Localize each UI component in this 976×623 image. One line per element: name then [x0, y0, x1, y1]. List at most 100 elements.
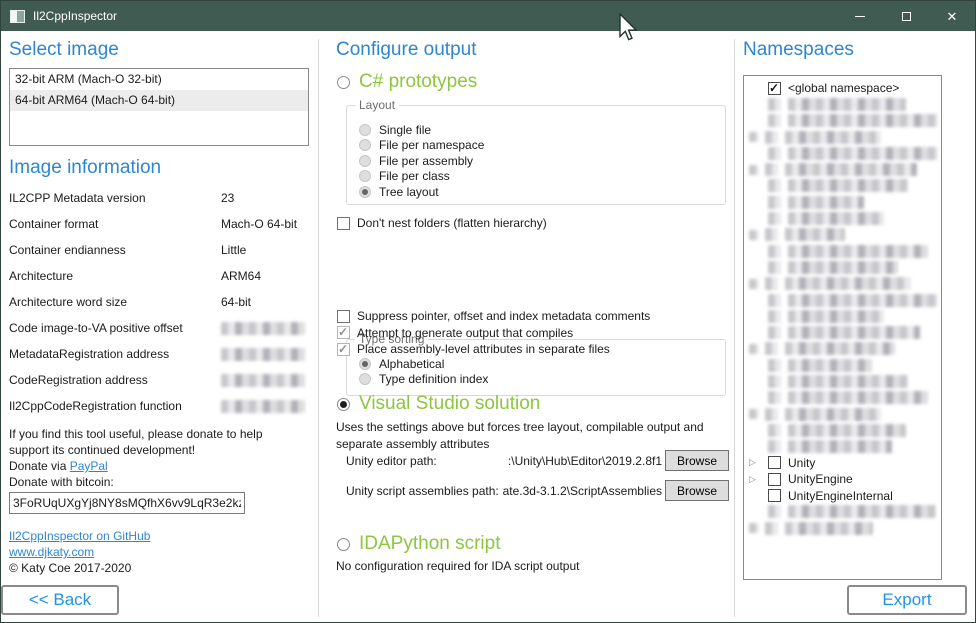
redacted-label: [785, 277, 911, 290]
tree-row[interactable]: [744, 113, 941, 129]
tree-row[interactable]: [744, 520, 941, 536]
flatten-checkbox-row[interactable]: Don't nest folders (flatten hierarchy): [337, 215, 547, 231]
app-icon: [10, 10, 25, 23]
info-row: ArchitectureARM64: [9, 263, 309, 289]
tree-row[interactable]: [744, 422, 941, 438]
redacted-label: [788, 114, 938, 127]
redacted-expander: [749, 344, 759, 354]
csharp-prototypes-option[interactable]: C# prototypes: [337, 69, 477, 95]
redacted-checkbox: [765, 522, 778, 535]
tree-row[interactable]: [744, 292, 941, 308]
tree-row[interactable]: [744, 439, 941, 455]
tree-row[interactable]: [744, 210, 941, 226]
tree-row[interactable]: [744, 178, 941, 194]
tree-row[interactable]: UnityEngineInternal: [744, 487, 941, 503]
redacted-label: [785, 408, 881, 421]
configure-output-title: Configure output: [336, 39, 477, 61]
paypal-link[interactable]: PayPal: [70, 459, 108, 473]
namespace-checkbox[interactable]: [768, 82, 781, 95]
maximize-icon: [902, 12, 911, 21]
tree-row[interactable]: [744, 357, 941, 373]
redacted-checkbox: [768, 440, 781, 453]
radio-label: Tree layout: [379, 185, 439, 199]
maximize-button[interactable]: [883, 1, 929, 31]
tree-row[interactable]: [744, 324, 941, 340]
image-list[interactable]: 32-bit ARM (Mach-O 32-bit)64-bit ARM64 (…: [9, 68, 309, 146]
namespace-checkbox[interactable]: [768, 473, 781, 486]
tree-row[interactable]: [744, 373, 941, 389]
radio-option[interactable]: File per namespace: [359, 138, 725, 154]
idapython-option[interactable]: IDAPython script: [337, 531, 501, 557]
checkbox-row[interactable]: Place assembly-level attributes in separ…: [337, 341, 650, 358]
info-row: MetadataRegistration address: [9, 341, 309, 367]
info-label: Container endianness: [9, 243, 221, 257]
tree-row[interactable]: [744, 227, 941, 243]
tree-row[interactable]: [744, 308, 941, 324]
redacted-checkbox: [768, 196, 781, 209]
bitcoin-address-input[interactable]: [9, 492, 245, 514]
tree-row[interactable]: [744, 259, 941, 275]
expander-icon[interactable]: ▷: [749, 458, 768, 467]
radio-option[interactable]: File per class: [359, 169, 725, 185]
tree-row[interactable]: [744, 161, 941, 177]
expander-icon[interactable]: ▷: [749, 475, 768, 484]
visual-studio-option[interactable]: Visual Studio solution: [337, 391, 540, 417]
checkbox-label: Suppress pointer, offset and index metad…: [357, 309, 650, 323]
radio-option[interactable]: Type definition index: [359, 372, 725, 388]
close-icon: ✕: [947, 10, 958, 23]
checkbox-row[interactable]: Attempt to generate output that compiles: [337, 325, 650, 342]
tree-row[interactable]: [744, 129, 941, 145]
redacted-label: [785, 131, 881, 144]
github-link[interactable]: Il2CppInspector on GitHub: [9, 529, 150, 543]
checkbox-icon: [337, 343, 350, 356]
redacted-label: [788, 326, 920, 339]
redacted-value: [221, 322, 305, 335]
info-label: Code image-to-VA positive offset: [9, 321, 221, 335]
tree-row[interactable]: [744, 194, 941, 210]
unity-script-path-row: Unity script assemblies path: ate.3d-3.1…: [336, 480, 732, 501]
radio-option[interactable]: Alphabetical: [359, 356, 725, 372]
redacted-expander: [749, 409, 759, 419]
flatten-label: Don't nest folders (flatten hierarchy): [357, 216, 547, 230]
radio-option[interactable]: Tree layout: [359, 184, 725, 200]
tree-row[interactable]: [744, 390, 941, 406]
radio-icon: [359, 124, 371, 136]
tree-row[interactable]: <global namespace>: [744, 80, 941, 96]
radio-label: Type definition index: [379, 372, 488, 386]
back-button[interactable]: << Back: [1, 585, 119, 615]
tree-row[interactable]: [744, 243, 941, 259]
tree-row[interactable]: ▷Unity: [744, 455, 941, 471]
unity-editor-path-label: Unity editor path:: [346, 454, 437, 468]
tree-row[interactable]: [744, 406, 941, 422]
info-label: Architecture word size: [9, 295, 221, 309]
window-title: Il2CppInspector: [33, 9, 117, 23]
close-button[interactable]: ✕: [929, 1, 975, 31]
tree-row[interactable]: ▷ UnityEngine: [744, 471, 941, 487]
namespace-checkbox[interactable]: [768, 489, 781, 502]
tree-row[interactable]: [744, 504, 941, 520]
namespace-label: UnityEngine: [788, 472, 853, 486]
redacted-label: [788, 424, 906, 437]
list-item[interactable]: 64-bit ARM64 (Mach-O 64-bit): [10, 90, 308, 111]
list-item[interactable]: 32-bit ARM (Mach-O 32-bit): [10, 69, 308, 90]
namespace-checkbox[interactable]: [768, 456, 781, 469]
tree-row[interactable]: [744, 145, 941, 161]
unity-script-browse-button[interactable]: Browse: [665, 480, 729, 501]
tree-row[interactable]: [744, 341, 941, 357]
namespace-label: <global namespace>: [788, 81, 899, 95]
radio-option[interactable]: Single file: [359, 122, 725, 138]
column-divider-left: [318, 39, 319, 617]
namespace-tree[interactable]: <global namespace>▷Unity▷UnityEngineUnit…: [743, 75, 942, 580]
redacted-checkbox: [768, 326, 781, 339]
info-label: CodeRegistration address: [9, 373, 221, 387]
export-button[interactable]: Export: [847, 585, 967, 615]
unity-editor-browse-button[interactable]: Browse: [665, 450, 729, 471]
website-link[interactable]: www.djkaty.com: [9, 545, 94, 559]
tree-row[interactable]: [744, 96, 941, 112]
checkbox-icon: [337, 310, 350, 323]
tree-row[interactable]: [744, 276, 941, 292]
checkbox-row[interactable]: Suppress pointer, offset and index metad…: [337, 308, 650, 325]
radio-option[interactable]: File per assembly: [359, 153, 725, 169]
redacted-checkbox: [768, 114, 781, 127]
minimize-button[interactable]: [837, 1, 883, 31]
